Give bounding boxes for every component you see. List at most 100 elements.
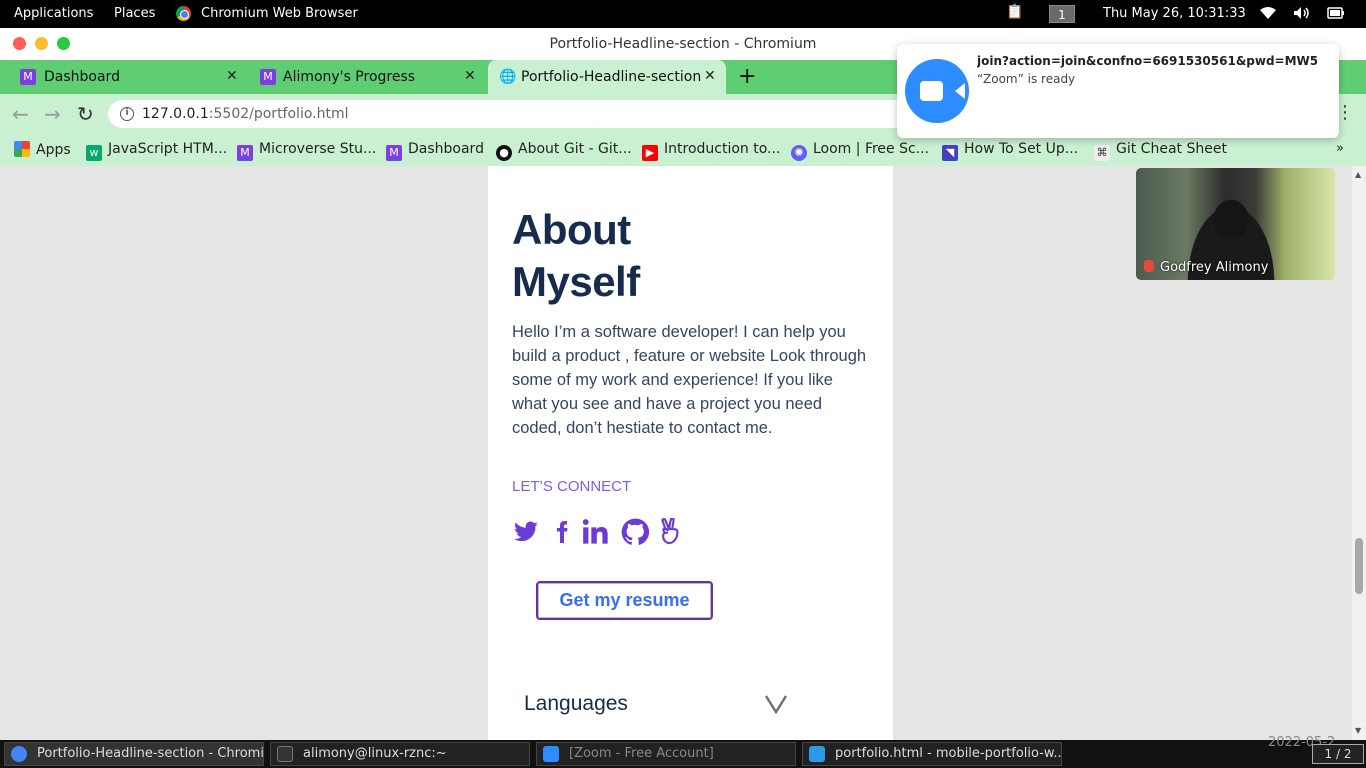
participant-name: Godfrey Alimony <box>1144 260 1268 275</box>
microverse-icon: M <box>237 145 253 161</box>
command-icon: ⌘ <box>1094 145 1110 161</box>
back-arrow-icon[interactable]: ← <box>12 102 29 126</box>
url-text[interactable]: 127.0.0.1:5502/portfolio.html <box>142 106 349 122</box>
chevron-down-icon[interactable] <box>764 691 788 721</box>
workspace-indicator[interactable]: 1 <box>1049 5 1075 23</box>
tab-label: Alimony's Progress <box>283 69 416 85</box>
bookmark-label: About Git - Git... <box>518 141 632 157</box>
linkedin-icon[interactable] <box>582 518 610 546</box>
bookmark-label: Introduction to... <box>664 141 781 157</box>
bookmark-label: Microverse Stu... <box>259 141 377 157</box>
apps-grid-icon <box>14 141 30 157</box>
volume-icon[interactable] <box>1293 6 1311 24</box>
zoom-video-tile[interactable]: Godfrey Alimony <box>1136 168 1335 280</box>
taskbar-item-label: portfolio.html - mobile-portfolio-w... <box>835 746 1062 761</box>
about-paragraph: Hello I’m a software developer! I can he… <box>512 323 867 437</box>
top-panel: Applications Places Chromium Web Browser… <box>0 0 1366 28</box>
bookmark-how-to-set-up[interactable]: ◥ How To Set Up... <box>942 141 1078 161</box>
new-tab-button[interactable]: + <box>738 64 756 89</box>
bookmark-dashboard[interactable]: M Dashboard <box>386 141 484 161</box>
taskbar-item-chromium[interactable]: Portfolio-Headline-section - Chromi... <box>4 742 264 766</box>
tab-alimony-progress[interactable]: M Alimony's Progress ✕ <box>256 60 482 94</box>
scroll-down-icon[interactable]: ▼ <box>1355 726 1361 735</box>
about-heading-line1: About <box>512 206 631 253</box>
bottom-taskbar: Portfolio-Headline-section - Chromi... a… <box>0 735 1366 768</box>
angellist-icon[interactable] <box>658 517 686 546</box>
url-path: :5502/portfolio.html <box>208 106 349 122</box>
lets-connect-label: LET’S CONNECT <box>512 478 632 495</box>
wifi-icon[interactable] <box>1259 6 1277 24</box>
about-heading: About Myself <box>512 204 640 308</box>
microverse-icon: M <box>20 69 36 85</box>
close-icon[interactable]: ✕ <box>226 68 238 84</box>
get-resume-button[interactable]: Get my resume <box>536 581 713 620</box>
bookmarks-bar: Apps w JavaScript HTM... M Microverse Stu.… <box>0 134 1366 166</box>
battery-icon[interactable] <box>1327 6 1345 24</box>
loom-icon: ✺ <box>791 145 807 161</box>
zoom-icon <box>543 746 559 762</box>
url-host: 127.0.0.1 <box>142 106 209 122</box>
bookmark-icon: ◥ <box>942 145 958 161</box>
microverse-icon: M <box>386 145 402 161</box>
bookmark-label: JavaScript HTM... <box>108 141 228 157</box>
about-section: About Myself Hello I’m a software develo… <box>488 166 893 740</box>
taskbar-item-vscode[interactable]: portfolio.html - mobile-portfolio-w... <box>802 742 1062 766</box>
taskbar-item-label: alimony@linux-rznc:~ <box>303 746 447 761</box>
taskbar-item-label: Portfolio-Headline-section - Chromi... <box>37 746 264 761</box>
close-icon[interactable]: ✕ <box>704 68 716 84</box>
bookmark-git-cheat-sheet[interactable]: ⌘ Git Cheat Sheet <box>1094 141 1227 161</box>
tab-dashboard[interactable]: M Dashboard ✕ <box>16 60 246 94</box>
notification-title: join?action=join&confno=6691530561&pwd=M… <box>977 54 1317 68</box>
w3schools-icon: w <box>86 145 102 161</box>
close-icon[interactable]: ✕ <box>464 68 476 84</box>
tab-label: Portfolio-Headline-section <box>521 69 701 85</box>
clipboard-icon[interactable]: 📋 <box>1006 4 1023 20</box>
mic-muted-icon <box>1144 260 1154 272</box>
clock[interactable]: Thu May 26, 10:31:33 <box>1103 6 1246 21</box>
about-heading-line2: Myself <box>512 258 640 305</box>
workspace-pager[interactable]: 1 / 2 <box>1312 744 1364 764</box>
forward-arrow-icon[interactable]: → <box>44 102 61 126</box>
vscode-icon <box>809 746 825 762</box>
page-scrollbar[interactable]: ▲ ▼ <box>1352 166 1366 740</box>
facebook-icon[interactable] <box>550 518 578 546</box>
more-bookmarks-icon[interactable]: » <box>1336 141 1344 156</box>
zoom-app-icon <box>905 59 969 123</box>
participant-name-label: Godfrey Alimony <box>1160 260 1269 275</box>
taskbar-item-zoom[interactable]: [Zoom - Free Account] <box>536 742 796 766</box>
microverse-icon: M <box>260 69 276 85</box>
scroll-up-icon[interactable]: ▲ <box>1355 170 1361 179</box>
reload-icon[interactable]: ↻ <box>77 102 94 126</box>
github-icon: ● <box>496 145 512 161</box>
scroll-thumb[interactable] <box>1355 538 1363 594</box>
taskbar-item-terminal[interactable]: alimony@linux-rznc:~ <box>270 742 530 766</box>
bookmark-label: How To Set Up... <box>964 141 1079 157</box>
info-icon[interactable]: i <box>120 107 134 121</box>
bookmark-label: Dashboard <box>408 141 484 157</box>
bookmark-about-git[interactable]: ● About Git - Git... <box>496 141 632 161</box>
tab-label: Dashboard <box>44 69 120 85</box>
taskbar-item-label: [Zoom - Free Account] <box>569 746 714 761</box>
terminal-icon <box>277 746 293 762</box>
languages-heading[interactable]: Languages <box>524 692 628 716</box>
tab-portfolio-headline[interactable]: 🌐 Portfolio-Headline-section ✕ <box>488 60 726 94</box>
bookmark-loom[interactable]: ✺ Loom | Free Sc... <box>791 141 929 161</box>
globe-icon: 🌐 <box>499 69 517 85</box>
bookmark-label: Loom | Free Sc... <box>813 141 930 157</box>
zoom-notification[interactable]: join?action=join&confno=6691530561&pwd=M… <box>897 44 1339 138</box>
bookmark-apps[interactable]: Apps <box>14 141 71 158</box>
bookmark-javascript[interactable]: w JavaScript HTM... <box>86 141 227 161</box>
twitter-icon[interactable] <box>512 518 540 546</box>
chromium-icon <box>11 746 27 762</box>
bookmark-introduction[interactable]: ▶ Introduction to... <box>642 141 780 161</box>
bookmark-microverse[interactable]: M Microverse Stu... <box>237 141 376 161</box>
bookmark-label: Apps <box>36 142 71 158</box>
github-icon[interactable] <box>621 518 650 546</box>
youtube-icon: ▶ <box>642 145 658 161</box>
applications-menu[interactable]: Applications <box>14 6 93 21</box>
chromium-icon <box>176 6 191 21</box>
places-menu[interactable]: Places <box>114 6 155 21</box>
active-app-label[interactable]: Chromium Web Browser <box>201 6 358 21</box>
bookmark-label: Git Cheat Sheet <box>1116 141 1227 157</box>
notification-body: “Zoom” is ready <box>977 72 1076 86</box>
